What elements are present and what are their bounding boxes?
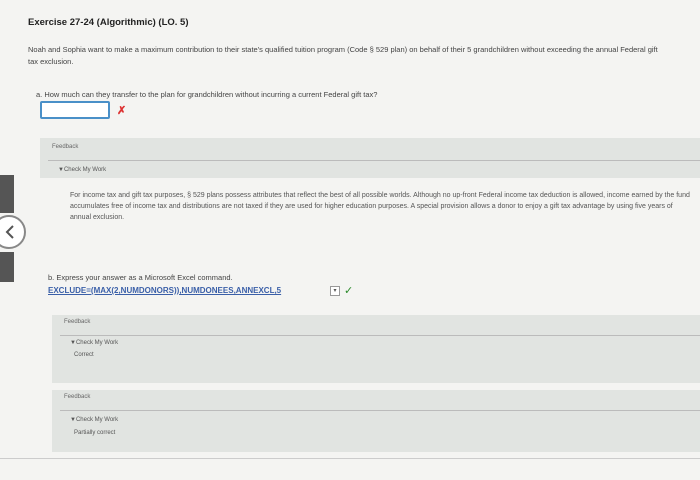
panel-divider (60, 335, 700, 336)
nav-back-button[interactable] (0, 215, 26, 249)
exercise-title: Exercise 27-24 (Algorithmic) (LO. 5) (28, 17, 189, 28)
feedback-panel-b2: Feedback ▼Check My Work Partially correc… (52, 390, 700, 452)
exercise-intro: Noah and Sophia want to make a maximum c… (28, 45, 658, 66)
panel-divider (48, 160, 700, 161)
status-text: Partially correct (74, 430, 116, 436)
status-text: Correct (74, 352, 94, 358)
side-tab-bottom (0, 252, 14, 282)
formula-dropdown[interactable]: EXCLUDE=(MAX(2,NUMDONORS)),NUMDONEES,ANN… (48, 286, 281, 295)
correct-icon: ✓ (344, 285, 354, 297)
page-bottom-divider (0, 458, 700, 459)
feedback-label: Feedback (64, 394, 91, 400)
feedback-label: Feedback (52, 144, 79, 150)
check-my-work-link[interactable]: ▼Check My Work (70, 340, 118, 346)
check-my-work-link[interactable]: ▼Check My Work (70, 417, 118, 423)
answer-a-input[interactable] (40, 101, 110, 119)
question-a: a. How much can they transfer to the pla… (36, 90, 378, 99)
panel-divider (60, 410, 700, 411)
incorrect-icon: ✗ (117, 105, 127, 117)
feedback-label: Feedback (64, 319, 91, 325)
feedback-explanation: For income tax and gift tax purposes, § … (70, 192, 690, 221)
chevron-down-icon[interactable]: ▾ (330, 286, 340, 296)
question-b: b. Express your answer as a Microsoft Ex… (48, 273, 233, 282)
feedback-panel-a: Feedback ▼Check My Work (40, 138, 700, 178)
check-my-work-link[interactable]: ▼Check My Work (58, 167, 106, 173)
feedback-panel-b1: Feedback ▼Check My Work Correct (52, 315, 700, 383)
chevron-left-icon (5, 225, 14, 239)
side-tab-top (0, 175, 14, 213)
